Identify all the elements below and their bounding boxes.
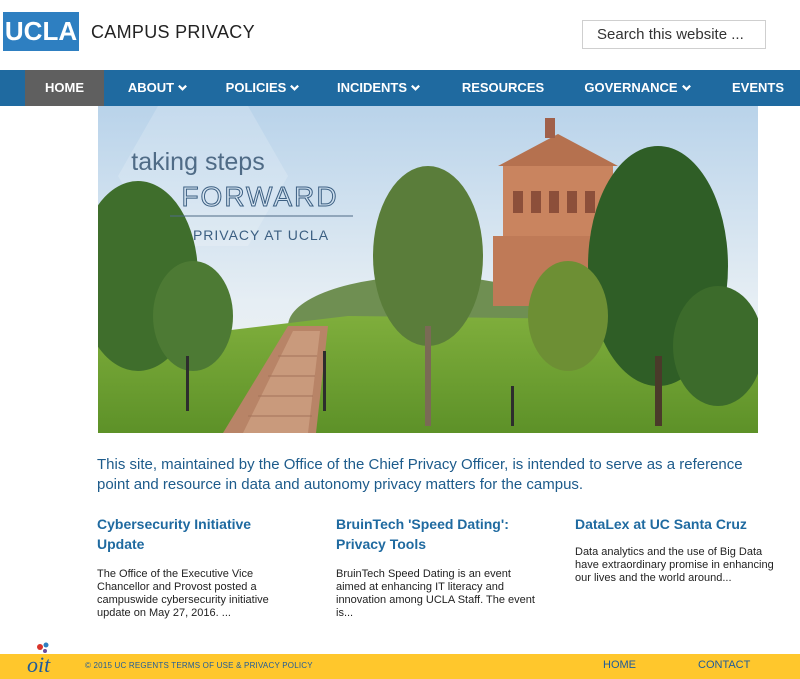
nav-item-policies[interactable]: POLICIES — [222, 70, 304, 106]
ucla-logo[interactable]: UCLA — [3, 12, 79, 51]
nav-item-label: POLICIES — [225, 80, 287, 95]
hero-banner: taking steps FORWARD PRIVACY AT UCLA — [98, 106, 758, 433]
chevron-down-icon — [290, 84, 300, 91]
nav-item-about[interactable]: ABOUT — [118, 70, 198, 106]
hero-campus-image: taking steps FORWARD PRIVACY AT UCLA — [98, 106, 758, 433]
footer-home-link[interactable]: HOME — [603, 659, 636, 671]
news-card-excerpt: BruinTech Speed Dating is an event aimed… — [336, 568, 535, 619]
nav-item-incidents[interactable]: INCIDENTS — [333, 70, 425, 106]
news-card-title[interactable]: BruinTech 'Speed Dating': Privacy Tools — [336, 514, 536, 554]
chevron-down-icon — [411, 84, 420, 91]
main-nav: HOME ABOUT POLICIES INCIDENTS RESOURCES … — [0, 70, 800, 106]
search-input[interactable] — [582, 20, 766, 49]
nav-item-resources[interactable]: RESOURCES — [455, 70, 551, 106]
site-header: UCLA CAMPUS PRIVACY — [0, 0, 800, 70]
nav-item-label: EVENTS — [731, 80, 784, 95]
nav-item-label: GOVERNANCE — [584, 80, 678, 95]
nav-item-label: HOME — [45, 80, 84, 95]
nav-item-label: RESOURCES — [461, 80, 545, 95]
chevron-down-icon — [178, 84, 188, 91]
oit-logo[interactable]: oit — [27, 652, 50, 678]
news-card-title[interactable]: DataLex at UC Santa Cruz — [575, 514, 775, 534]
hero-tagline-2: FORWARD — [181, 181, 338, 212]
footer-contact-link[interactable]: CONTACT — [698, 659, 750, 671]
site-title[interactable]: CAMPUS PRIVACY — [91, 22, 255, 43]
intro-text: This site, maintained by the Office of t… — [97, 456, 743, 493]
news-card: Cybersecurity Initiative Update The Offi… — [97, 514, 297, 620]
news-card-excerpt: The Office of the Executive Vice Chancel… — [97, 568, 269, 619]
nav-item-label: INCIDENTS — [336, 80, 408, 95]
nav-item-home[interactable]: HOME — [25, 70, 104, 106]
news-card-title[interactable]: Cybersecurity Initiative Update — [97, 514, 297, 554]
news-card: BruinTech 'Speed Dating': Privacy Tools … — [336, 514, 536, 620]
news-card-excerpt: Data analytics and the use of Big Data h… — [575, 546, 774, 584]
hero-tagline-1: taking steps — [131, 148, 264, 176]
nav-item-governance[interactable]: GOVERNANCE — [579, 70, 697, 106]
chevron-down-icon — [681, 84, 691, 91]
hero-tagline-3: PRIVACY AT UCLA — [193, 227, 329, 243]
footer-copyright[interactable]: © 2015 UC REGENTS TERMS OF USE & PRIVACY… — [85, 661, 313, 670]
nav-item-label: ABOUT — [127, 80, 175, 95]
news-card: DataLex at UC Santa Cruz Data analytics … — [575, 514, 775, 585]
nav-item-events[interactable]: EVENTS — [724, 70, 792, 106]
